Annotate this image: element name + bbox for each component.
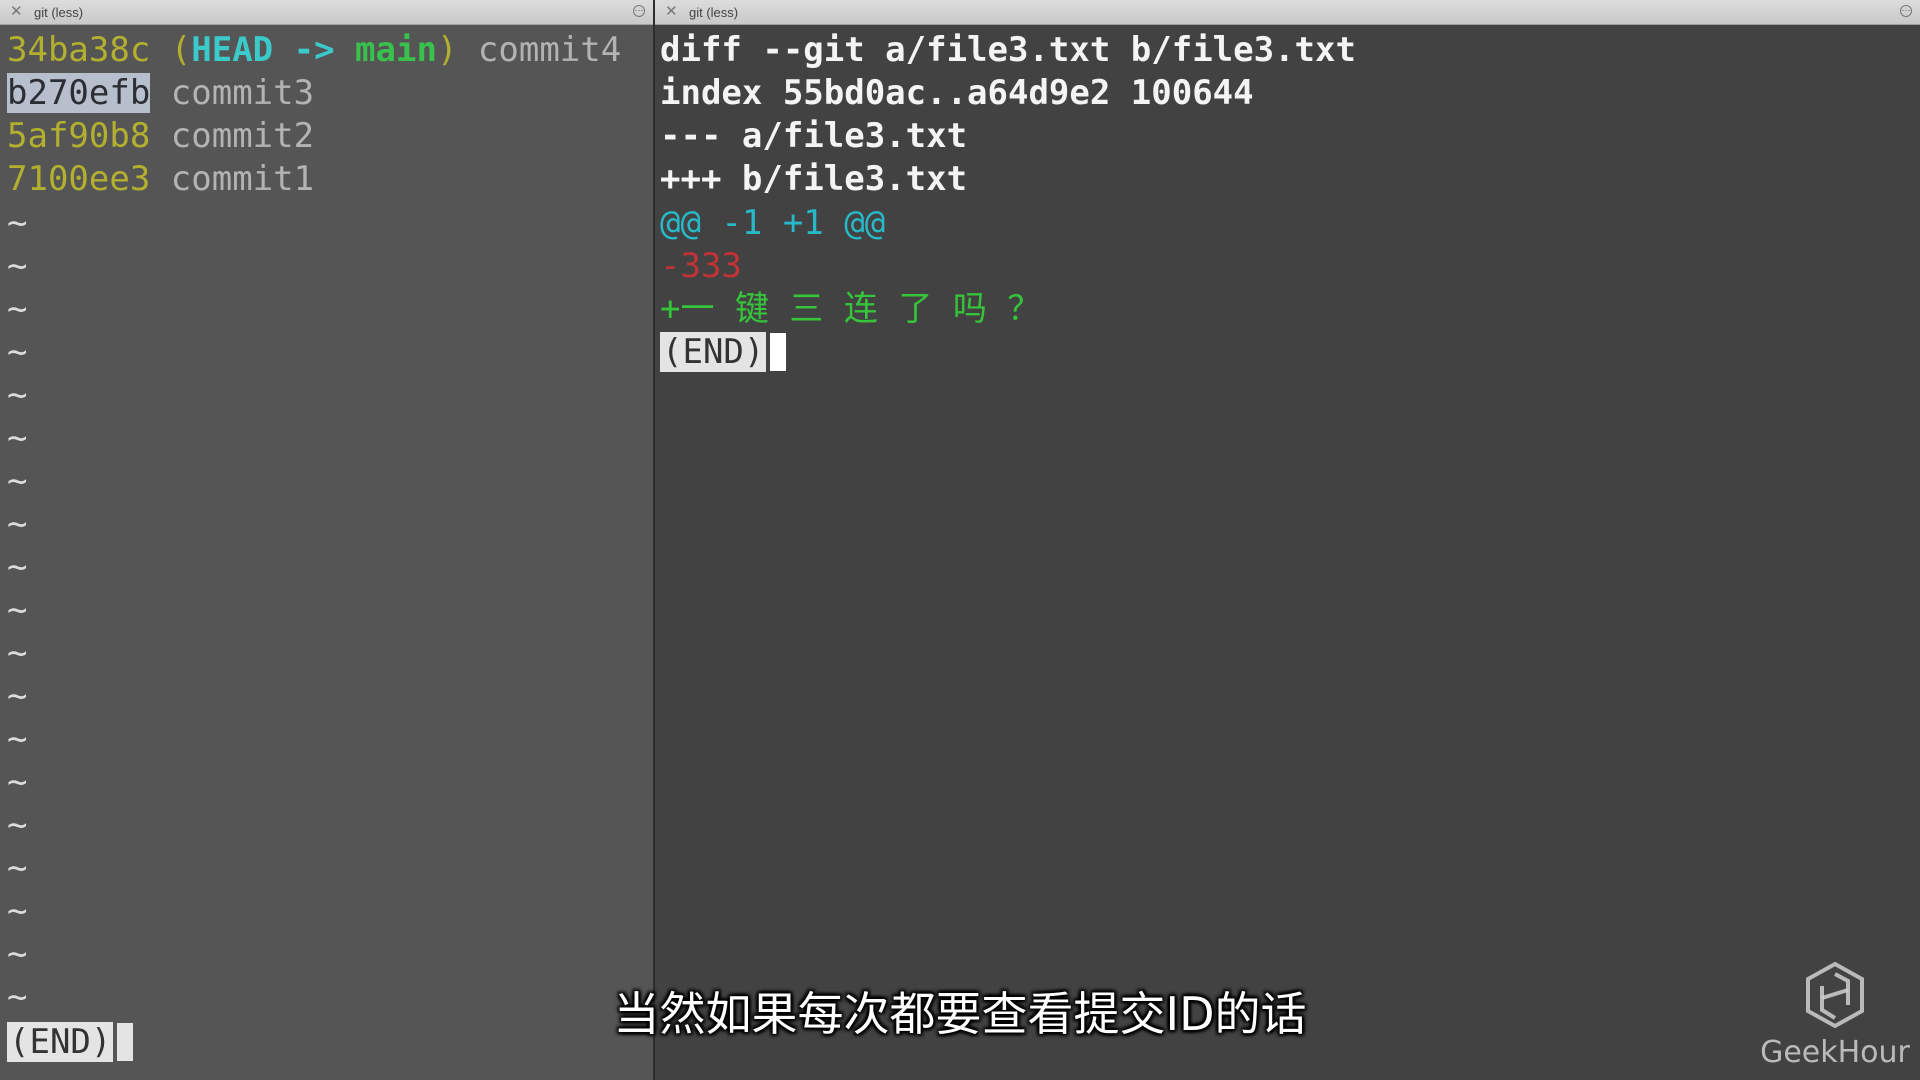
log-line-1: 34ba38c (HEAD -> main) commit4 [7, 30, 621, 70]
ref-open-paren: ( [170, 30, 192, 70]
tilde-line: ~ [7, 805, 28, 845]
diff-hunk-header: @@ -1 +1 @@ [660, 203, 886, 243]
head-ref: HEAD [191, 30, 274, 70]
tilde-line: ~ [7, 547, 28, 587]
commit-hash: 34ba38c [7, 30, 151, 70]
log-line-3: 5af90b8 commit2 [7, 116, 314, 156]
watermark: GeekHour [1760, 960, 1910, 1070]
more-options-icon[interactable]: ··· [633, 5, 645, 17]
branch-ref: main [355, 30, 437, 70]
commit-message: commit1 [170, 159, 315, 199]
tilde-line: ~ [7, 332, 28, 372]
tilde-line: ~ [7, 461, 28, 501]
diff-old-file: --- a/file3.txt [660, 116, 968, 156]
diff-removed-line: -333 [660, 246, 742, 286]
commit-message: commit4 [477, 30, 622, 70]
tilde-line: ~ [7, 504, 28, 544]
left-tab-bar: ✕ git (less) ··· [0, 0, 653, 25]
ref-close-paren: ) [436, 30, 458, 70]
tilde-line: ~ [7, 934, 28, 974]
watermark-text: GeekHour [1760, 1035, 1910, 1070]
commit-hash: 7100ee3 [7, 159, 151, 199]
tilde-line: ~ [7, 891, 28, 931]
tilde-line: ~ [7, 289, 28, 329]
tilde-line: ~ [7, 719, 28, 759]
video-subtitle: 当然如果每次都要查看提交ID的话 [613, 987, 1307, 1041]
tilde-line: ~ [7, 418, 28, 458]
diff-new-file: +++ b/file3.txt [660, 159, 968, 199]
commit-message: commit2 [170, 116, 315, 156]
right-end-prompt[interactable]: (END) [660, 332, 787, 372]
left-terminal-pane[interactable]: ✕ git (less) ··· 34ba38c (HEAD -> main) … [0, 0, 653, 1080]
more-options-icon[interactable]: ··· [1900, 5, 1912, 17]
end-label: (END) [660, 332, 767, 372]
tilde-line: ~ [7, 676, 28, 716]
tilde-line: ~ [7, 375, 28, 415]
text-cursor [770, 333, 787, 371]
tilde-line: ~ [7, 762, 28, 802]
right-terminal-pane[interactable]: ✕ git (less) ··· diff --git a/file3.txt … [655, 0, 1920, 1080]
tilde-line: ~ [7, 203, 28, 243]
commit-hash-selected: b270efb [7, 73, 151, 113]
diff-index-line: index 55bd0ac..a64d9e2 100644 [660, 73, 1254, 113]
log-line-2: b270efb commit3 [7, 73, 314, 113]
tilde-line: ~ [7, 246, 28, 286]
commit-message: commit3 [170, 73, 315, 113]
ref-arrow: -> [273, 30, 356, 70]
diff-added-line: +一 键 三 连 了 吗 ？ [660, 289, 1042, 329]
left-tab-title[interactable]: git (less) [34, 5, 83, 20]
tilde-line: ~ [7, 848, 28, 888]
commit-hash: 5af90b8 [7, 116, 151, 156]
close-icon[interactable]: ✕ [10, 2, 23, 22]
tilde-line: ~ [7, 590, 28, 630]
geekhour-logo-icon [1806, 961, 1864, 1029]
tilde-line: ~ [7, 633, 28, 673]
right-tab-bar: ✕ git (less) ··· [655, 0, 1920, 25]
right-tab-title[interactable]: git (less) [689, 5, 738, 20]
diff-header: diff --git a/file3.txt b/file3.txt [660, 30, 1356, 70]
log-line-4: 7100ee3 commit1 [7, 159, 314, 199]
close-icon[interactable]: ✕ [665, 2, 678, 22]
